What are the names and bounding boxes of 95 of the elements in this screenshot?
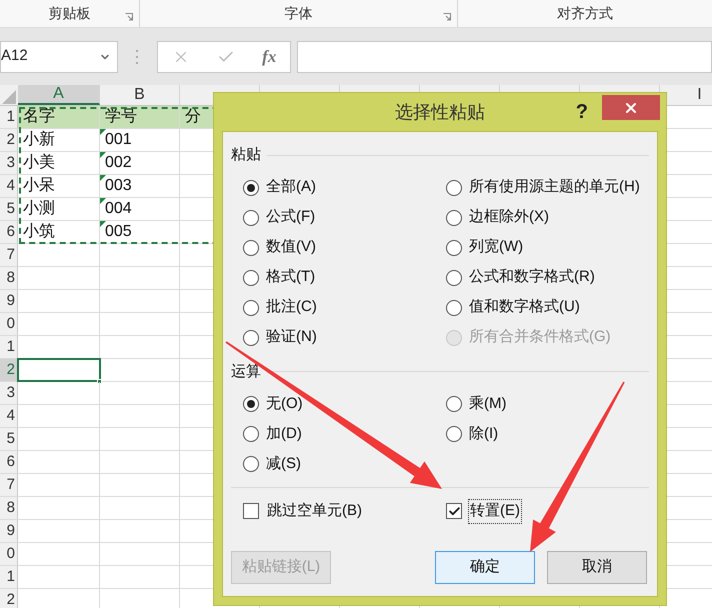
checkbox[interactable] (243, 503, 259, 520)
error-indicator-icon (100, 198, 106, 204)
radio-button[interactable] (446, 180, 462, 196)
fill-handle[interactable] (97, 379, 102, 384)
row-header[interactable]: 0 (0, 543, 18, 565)
radio-button[interactable] (243, 240, 259, 256)
radio-button[interactable] (243, 210, 259, 226)
cell-text: 小美 (23, 153, 55, 173)
radio-button[interactable] (446, 396, 462, 412)
column-header[interactable]: A (18, 85, 100, 105)
dialog-launcher-icon[interactable] (125, 13, 133, 21)
cell-text: 001 (105, 130, 132, 150)
row-header[interactable]: 3 (0, 152, 18, 174)
option-label: 所有合并条件格式(G) (469, 327, 611, 348)
cell-text: 小新 (23, 130, 55, 150)
cell-text: 004 (105, 199, 132, 219)
radio-button[interactable] (446, 240, 462, 256)
cell-text: 002 (105, 153, 132, 173)
dialog-button[interactable]: 取消 (547, 550, 647, 584)
row-header[interactable]: 5 (0, 198, 18, 220)
row-header[interactable]: 6 (0, 451, 18, 473)
option-label: 无(O) (266, 394, 303, 414)
cell-text: 小测 (23, 199, 55, 219)
close-button[interactable] (602, 95, 660, 120)
option-label: 数值(V) (266, 237, 316, 258)
radio-button[interactable] (243, 396, 259, 412)
row-header[interactable]: 3 (0, 382, 18, 404)
cell-text: 小筑 (23, 222, 55, 242)
row-header[interactable]: 8 (0, 497, 18, 519)
section-title: 运算 (231, 362, 261, 382)
option-label: 全部(A) (266, 177, 316, 198)
ribbon-group-label: 剪贴板 (48, 4, 90, 23)
error-indicator-icon (100, 221, 106, 227)
option-label: 除(I) (469, 424, 498, 444)
radio-button[interactable] (243, 456, 259, 472)
option-label: 批注(C) (266, 297, 317, 318)
checkbox-label: 转置(E) (469, 500, 521, 522)
cell-text: 005 (105, 222, 132, 242)
option-label: 边框除外(X) (469, 207, 549, 228)
error-indicator-icon (100, 175, 106, 181)
radio-button[interactable] (446, 210, 462, 226)
name-box[interactable]: A12 (0, 40, 118, 72)
checkbox[interactable] (446, 503, 462, 520)
cell-text: 小呆 (23, 176, 55, 196)
option-label: 公式(F) (266, 207, 316, 228)
row-header[interactable]: 4 (0, 175, 18, 197)
error-indicator-icon (100, 152, 106, 158)
ribbon-group-label: 字体 (284, 4, 312, 23)
radio-button[interactable] (243, 180, 259, 196)
radio-button[interactable] (243, 426, 259, 442)
row-header[interactable]: 1 (0, 336, 18, 358)
row-header[interactable]: 0 (0, 313, 18, 335)
cell-text: 分 (185, 107, 201, 127)
row-header[interactable]: 1 (0, 566, 18, 588)
row-header[interactable]: 7 (0, 244, 18, 266)
cell-text: 学号 (105, 107, 137, 127)
row-header[interactable]: 9 (0, 520, 18, 542)
option-label: 减(S) (266, 454, 301, 474)
radio-button[interactable] (243, 270, 259, 286)
option-label: 所有使用源主题的单元(H) (469, 177, 640, 198)
dialog-launcher-icon[interactable] (443, 13, 451, 21)
row-header[interactable]: 2 (0, 129, 18, 151)
formula-input[interactable] (297, 40, 712, 72)
radio-button[interactable] (243, 300, 259, 316)
dialog-button[interactable]: 确定 (435, 550, 535, 584)
dialog-title: 选择性粘贴 (395, 100, 485, 124)
option-label: 加(D) (266, 424, 302, 444)
option-label: 值和数字格式(U) (469, 297, 580, 318)
option-label: 乘(M) (469, 394, 506, 414)
ribbon-group-label: 对齐方式 (557, 4, 613, 23)
cell-text: 名字 (23, 107, 55, 127)
insert-function-button[interactable]: fx (262, 44, 276, 70)
radio-button[interactable] (446, 426, 462, 442)
section-title: 粘贴 (231, 145, 261, 165)
radio-button[interactable] (243, 330, 259, 346)
option-label: 格式(T) (266, 267, 316, 288)
help-button[interactable]: ? (576, 97, 588, 127)
option-label: 公式和数字格式(R) (469, 267, 595, 288)
checkbox-label: 跳过空单元(B) (266, 501, 363, 521)
row-header[interactable]: 6 (0, 221, 18, 243)
radio-button[interactable] (446, 300, 462, 316)
option-label: 验证(N) (266, 327, 317, 348)
row-header[interactable]: 2 (0, 589, 18, 608)
row-header[interactable]: 1 (0, 106, 18, 128)
row-header[interactable]: 9 (0, 290, 18, 312)
cell-text: 003 (105, 176, 132, 196)
row-header[interactable]: 8 (0, 267, 18, 289)
option-label: 列宽(W) (469, 237, 524, 258)
row-header[interactable]: 4 (0, 405, 18, 427)
row-header[interactable]: 7 (0, 474, 18, 496)
column-header[interactable]: B (100, 85, 180, 105)
radio-button[interactable] (446, 270, 462, 286)
row-header[interactable]: 2 (0, 359, 18, 381)
row-header[interactable]: 5 (0, 428, 18, 450)
grip-icon (135, 50, 139, 64)
